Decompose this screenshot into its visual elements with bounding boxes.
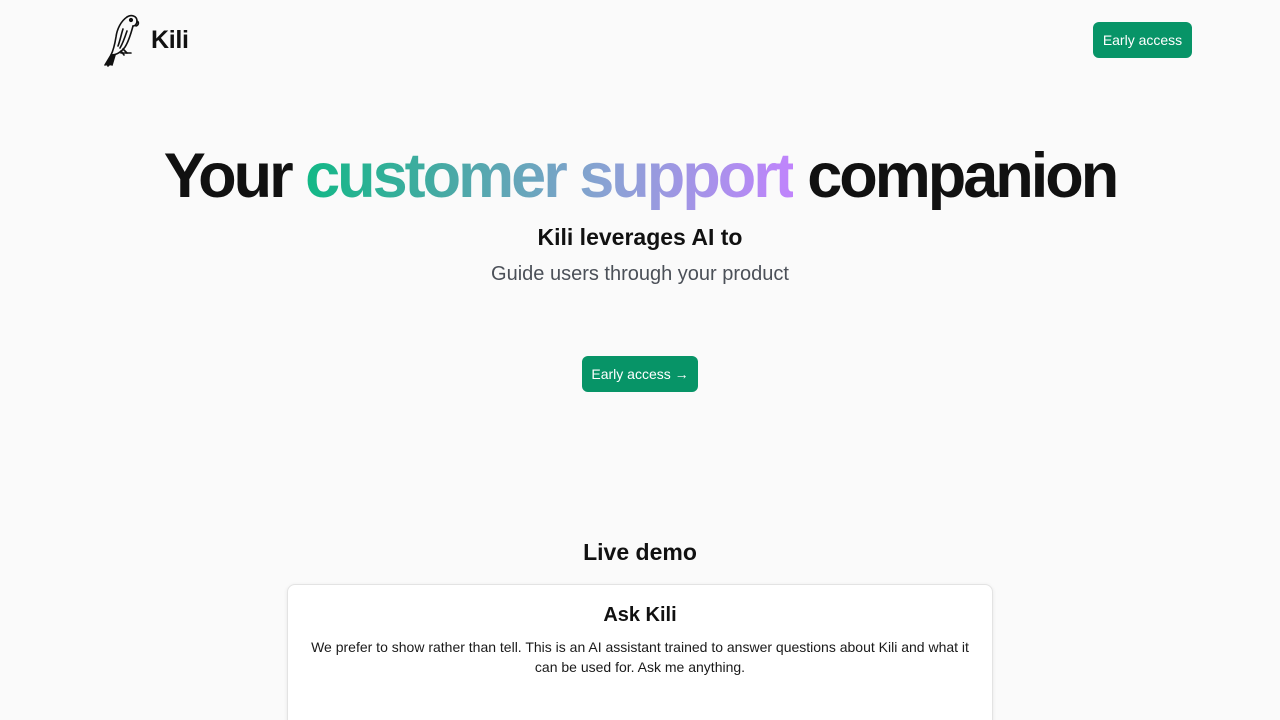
hero-rotating-text: Guide users through your product xyxy=(491,263,789,285)
hero-subtitle: Kili leverages AI to xyxy=(537,224,743,250)
brand-link[interactable]: Kili xyxy=(101,12,189,68)
card-title: Ask Kili xyxy=(603,604,677,626)
early-access-nav-button[interactable]: Early access xyxy=(1093,22,1192,58)
top-nav: Kili Early access xyxy=(0,0,1280,80)
hero-title-highlight: customer support xyxy=(305,141,796,211)
ask-kili-card: Ask Kili We prefer to show rather than t… xyxy=(287,584,993,720)
hero-title-start: Your xyxy=(163,141,294,211)
early-access-hero-button[interactable]: Early access → xyxy=(582,356,698,392)
hero-title: Your customer support companion xyxy=(0,138,1280,214)
brand-name: Kili xyxy=(151,25,189,54)
landing-page: Kili Early access Your customer support … xyxy=(0,0,1280,720)
parrot-icon xyxy=(104,14,140,67)
hero-title-end: companion xyxy=(807,141,1119,211)
live-demo-heading: Live demo xyxy=(583,539,697,565)
card-description: We prefer to show rather than tell. This… xyxy=(311,639,969,675)
